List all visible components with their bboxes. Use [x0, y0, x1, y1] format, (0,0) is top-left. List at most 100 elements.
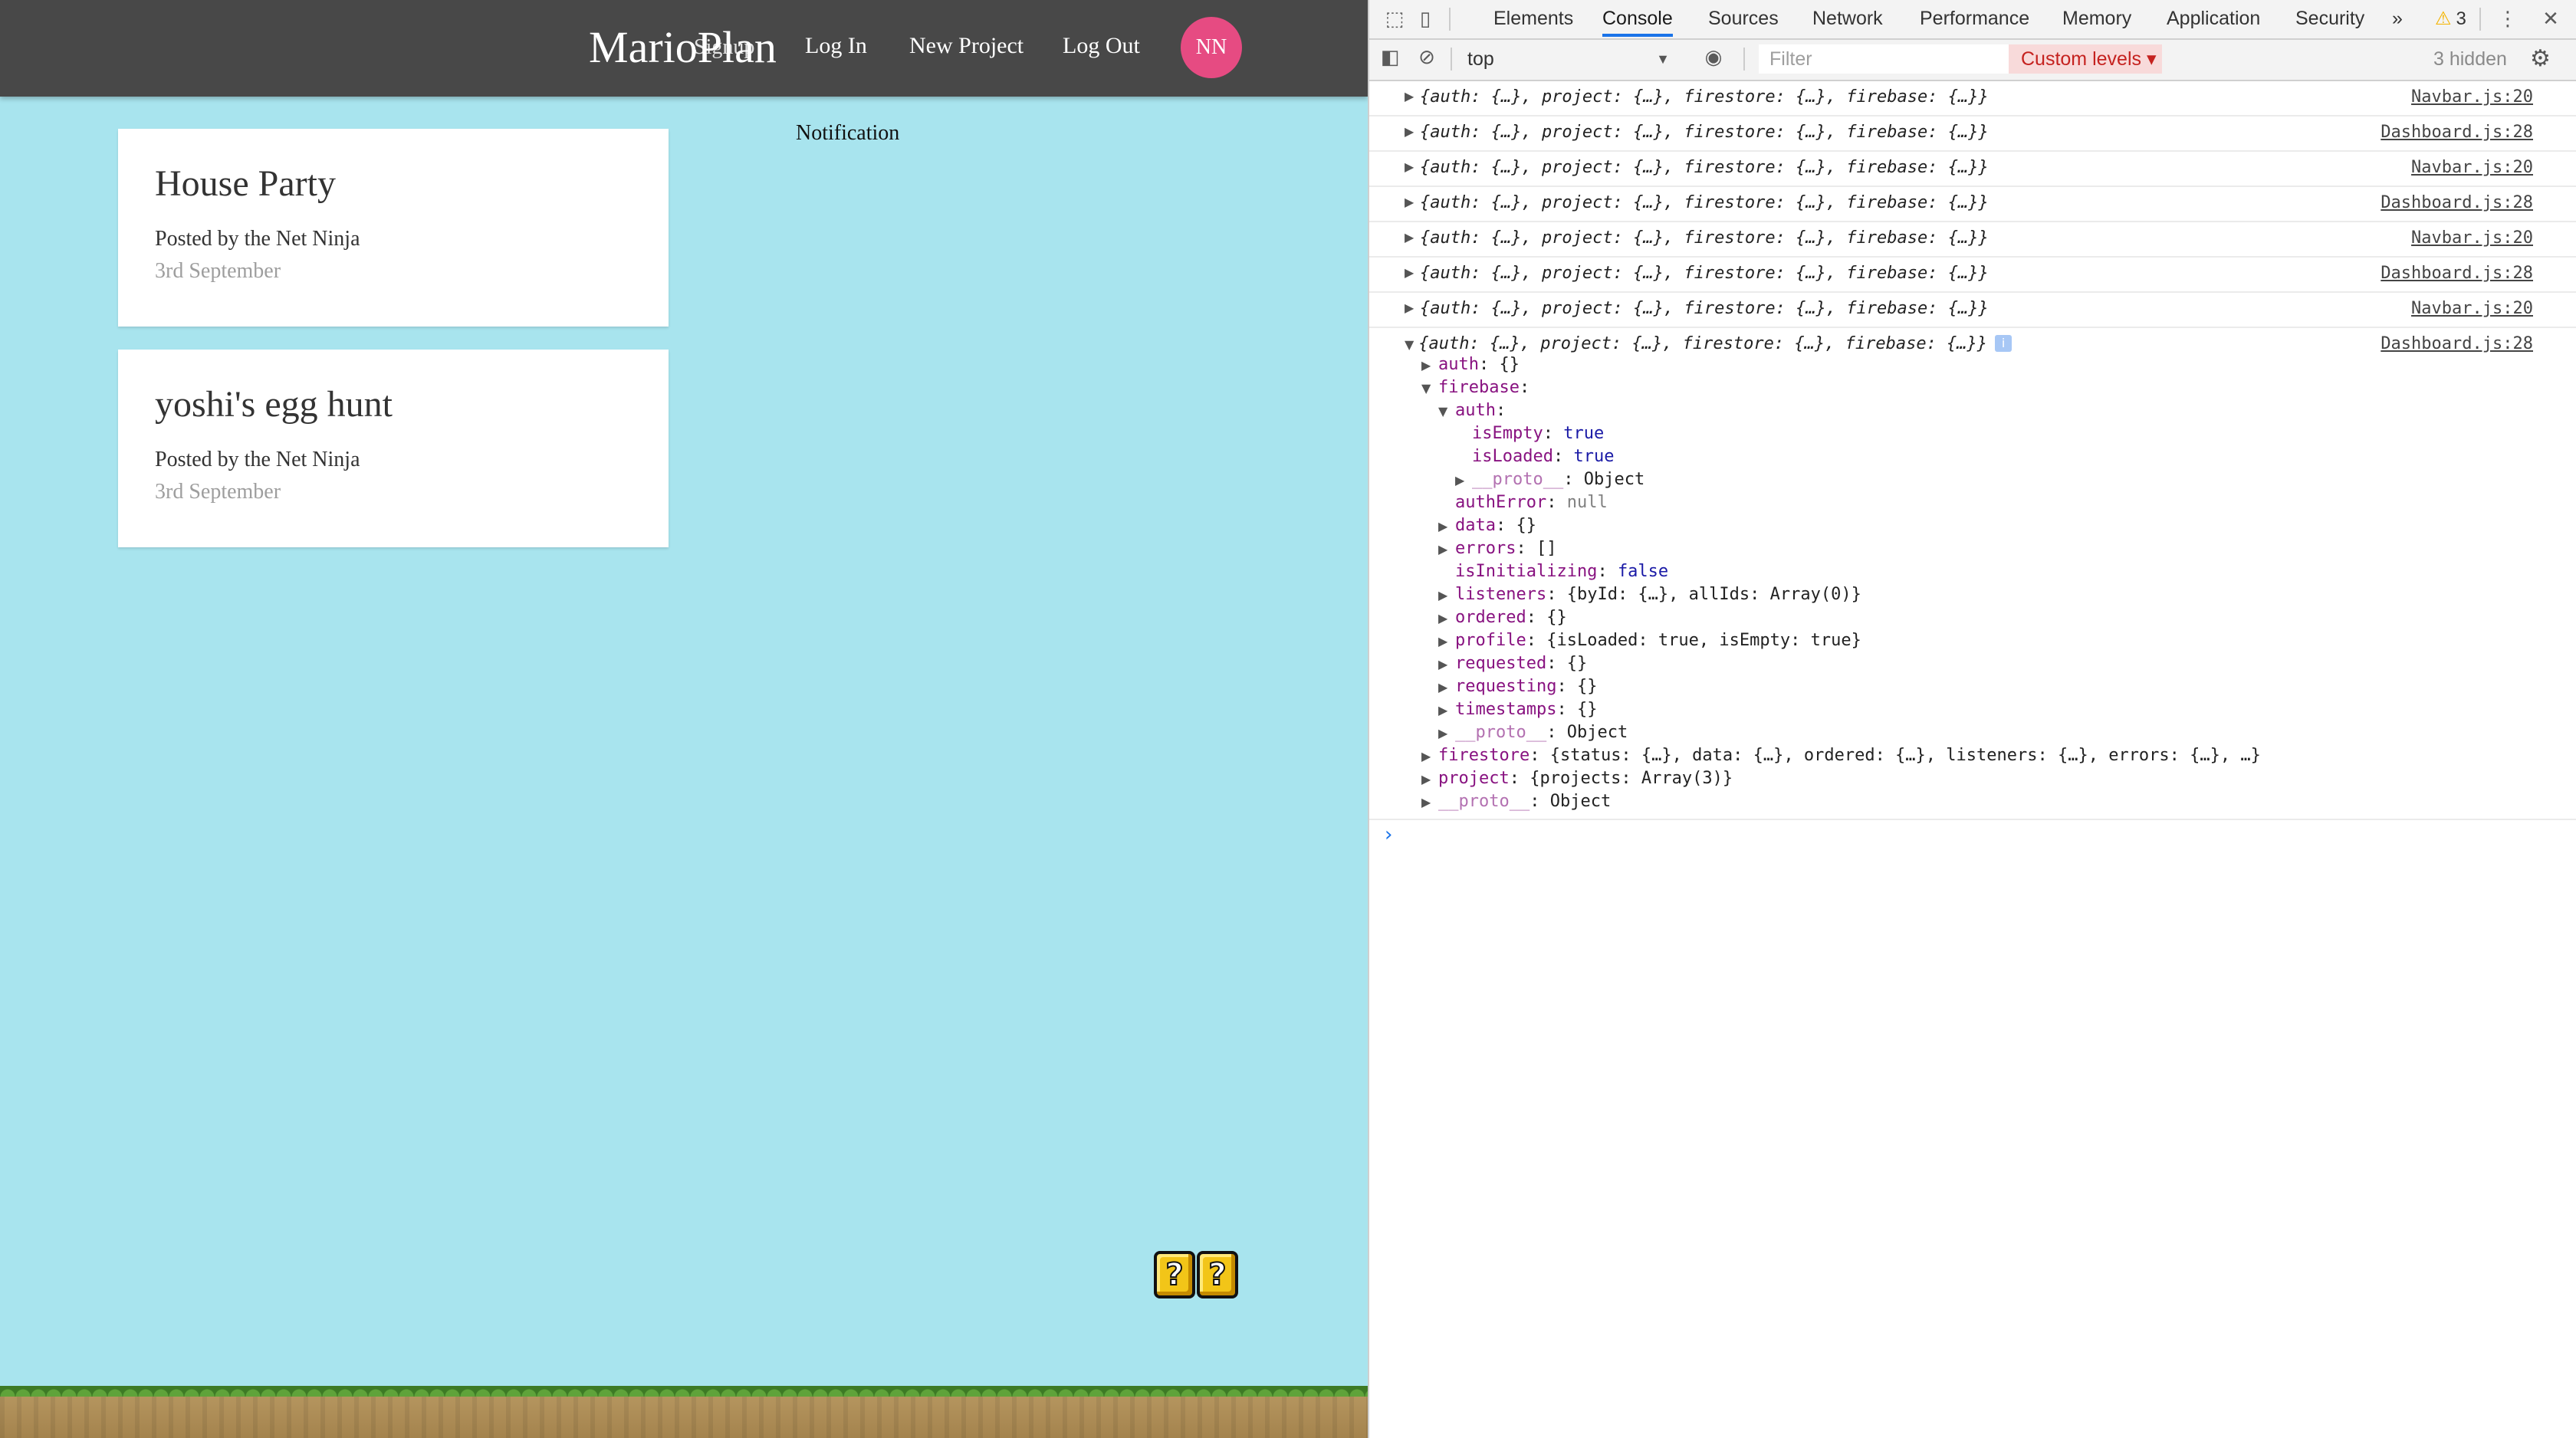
device-toolbar-icon[interactable]: ▯: [1414, 8, 1437, 31]
expand-arrow-icon[interactable]: ▶: [1421, 353, 1438, 378]
toolbar-divider: [1451, 48, 1452, 71]
console-log-row[interactable]: ▶ {auth: {…}, project: {…}, firestore: {……: [1369, 222, 2576, 258]
live-expression-eye-icon[interactable]: ◉: [1702, 46, 1725, 69]
object-tree-property[interactable]: ▶ listeners: {byId: {…}, allIds: Array(0)…: [1438, 583, 1861, 607]
log-source-link[interactable]: Dashboard.js:28: [2380, 334, 2533, 353]
log-source-link[interactable]: Navbar.js:20: [2411, 87, 2533, 107]
nav-logout-link[interactable]: Log Out: [1063, 31, 1140, 61]
object-tree-property[interactable]: ▶ __proto__: Object: [1421, 790, 1611, 814]
log-message: {auth: {…}, project: {…}, firestore: {…}…: [1420, 87, 1989, 107]
console-log-row[interactable]: ▶ {auth: {…}, project: {…}, firestore: {……: [1369, 187, 2576, 222]
object-tree-property[interactable]: ▶ requesting: {}: [1438, 675, 1597, 699]
project-author: Posted by the Net Ninja: [155, 227, 360, 251]
warnings-badge[interactable]: ⚠ 3: [2435, 0, 2466, 37]
tab-application[interactable]: Application: [2167, 0, 2260, 37]
toolbar-divider: [1743, 48, 1745, 71]
expand-arrow-icon[interactable]: ▶: [1438, 606, 1455, 631]
signup-link[interactable]: Signup: [694, 32, 754, 63]
console-prompt[interactable]: ›: [1385, 823, 1392, 846]
tab-performance[interactable]: Performance: [1920, 0, 2029, 37]
object-tree-property[interactable]: ▶ profile: {isLoaded: true, isEmpty: true…: [1438, 629, 1861, 653]
property-key: requested: [1455, 654, 1547, 673]
expand-arrow-icon[interactable]: ▶: [1405, 159, 1414, 174]
expand-arrow-icon[interactable]: ▶: [1438, 652, 1455, 677]
context-select[interactable]: top ▼: [1460, 46, 1674, 72]
project-title: yoshi's egg hunt: [155, 384, 393, 425]
filter-input[interactable]: Filter: [1759, 44, 2009, 74]
object-tree-property[interactable]: ▶ ordered: {}: [1438, 606, 1567, 630]
object-tree-property[interactable]: ▶ errors: []: [1438, 537, 1556, 561]
property-value: {}: [1576, 700, 1598, 719]
expand-arrow-icon[interactable]: ▶: [1438, 721, 1455, 746]
expand-arrow-icon[interactable]: ▶: [1455, 468, 1472, 493]
tab-console[interactable]: Console: [1602, 0, 1673, 37]
property-key: data: [1455, 516, 1496, 535]
object-tree-property[interactable]: ▶ requested: {}: [1438, 652, 1587, 676]
expand-arrow-icon[interactable]: ▶: [1421, 790, 1438, 815]
object-tree-property[interactable]: ▶ __proto__: Object: [1438, 721, 1628, 745]
sidebar-toggle-icon[interactable]: ◧: [1378, 46, 1401, 69]
project-card[interactable]: House Party Posted by the Net Ninja 3rd …: [118, 129, 669, 327]
property-colon: :: [1546, 654, 1567, 673]
log-source-link[interactable]: Dashboard.js:28: [2380, 193, 2533, 212]
expand-arrow-icon[interactable]: ▶: [1405, 265, 1414, 280]
nav-new-project-link[interactable]: New Project: [909, 31, 1024, 61]
object-tree-property: isInitializing: false: [1438, 560, 1668, 584]
tab-sources[interactable]: Sources: [1708, 0, 1779, 37]
info-icon[interactable]: i: [1995, 335, 2013, 352]
expand-arrow-icon[interactable]: ▶: [1438, 537, 1455, 562]
clear-console-icon[interactable]: ⊘: [1415, 46, 1438, 69]
project-date: 3rd September: [155, 480, 281, 504]
close-icon[interactable]: ✕: [2539, 8, 2562, 31]
expand-arrow-icon[interactable]: ▶: [1405, 89, 1414, 103]
tab-elements[interactable]: Elements: [1493, 0, 1573, 37]
more-tabs-icon[interactable]: »: [2392, 0, 2403, 37]
expand-arrow-icon[interactable]: ▶: [1438, 675, 1455, 700]
object-tree-property[interactable]: ▶ auth: {}: [1421, 353, 1520, 377]
expand-arrow-icon[interactable]: ▶: [1405, 300, 1414, 315]
user-avatar[interactable]: NN: [1181, 17, 1242, 78]
nav-login-link[interactable]: Log In: [805, 31, 867, 61]
object-tree-property[interactable]: ▼ firebase:: [1421, 376, 1530, 400]
tab-memory[interactable]: Memory: [2062, 0, 2131, 37]
object-tree-property[interactable]: ▼ auth:: [1438, 399, 1506, 423]
object-tree-property[interactable]: ▶ timestamps: {}: [1438, 698, 1597, 722]
property-colon: :: [1546, 585, 1567, 604]
console-log-row[interactable]: ▶ {auth: {…}, project: {…}, firestore: {……: [1369, 258, 2576, 293]
log-source-link[interactable]: Navbar.js:20: [2411, 158, 2533, 177]
expand-arrow-icon[interactable]: ▶: [1421, 767, 1438, 792]
collapse-arrow-icon[interactable]: ▼: [1438, 399, 1455, 424]
expand-arrow-icon[interactable]: ▶: [1421, 744, 1438, 769]
log-source-link[interactable]: Dashboard.js:28: [2380, 123, 2533, 142]
log-source-link[interactable]: Navbar.js:20: [2411, 228, 2533, 248]
property-value: null: [1566, 493, 1608, 512]
expand-arrow-icon[interactable]: ▶: [1438, 698, 1455, 723]
log-levels-dropdown[interactable]: Custom levels ▾: [2009, 44, 2162, 74]
expand-arrow-icon[interactable]: ▶: [1438, 583, 1455, 608]
expand-arrow-icon[interactable]: ▶: [1405, 195, 1414, 209]
object-tree-property[interactable]: ▶ project: {projects: Array(3)}: [1421, 767, 1733, 791]
property-value: Object: [1583, 470, 1645, 489]
project-card[interactable]: yoshi's egg hunt Posted by the Net Ninja…: [118, 350, 669, 547]
expand-arrow-icon[interactable]: ▶: [1405, 230, 1414, 245]
log-source-link[interactable]: Navbar.js:20: [2411, 299, 2533, 318]
tab-security[interactable]: Security: [2295, 0, 2364, 37]
object-tree-property[interactable]: ▶ __proto__: Object: [1455, 468, 1644, 492]
inspect-element-icon[interactable]: ⬚: [1383, 8, 1406, 31]
tab-network[interactable]: Network: [1812, 0, 1883, 37]
console-log-row[interactable]: ▶ {auth: {…}, project: {…}, firestore: {……: [1369, 152, 2576, 187]
collapse-arrow-icon[interactable]: ▼: [1421, 376, 1438, 401]
object-tree-property[interactable]: ▶ data: {}: [1438, 514, 1536, 538]
console-log-row[interactable]: ▶ {auth: {…}, project: {…}, firestore: {……: [1369, 293, 2576, 328]
console-log-row[interactable]: ▶ {auth: {…}, project: {…}, firestore: {……: [1369, 81, 2576, 117]
gear-icon[interactable]: ⚙: [2530, 46, 2551, 72]
expand-arrow-icon[interactable]: ▶: [1438, 629, 1455, 654]
log-source-link[interactable]: Dashboard.js:28: [2380, 264, 2533, 283]
object-tree-property[interactable]: ▶ firestore: {status: {…}, data: {…}, ord…: [1421, 744, 2261, 768]
console-log-row[interactable]: ▶ {auth: {…}, project: {…}, firestore: {……: [1369, 117, 2576, 152]
collapse-arrow-icon[interactable]: ▼: [1405, 337, 1414, 352]
expand-arrow-icon[interactable]: ▶: [1438, 514, 1455, 539]
kebab-menu-icon[interactable]: ⋮: [2496, 8, 2519, 31]
console-log-row-expanded[interactable]: ▼ {auth: {…}, project: {…}, firestore: {……: [1369, 328, 2576, 820]
expand-arrow-icon[interactable]: ▶: [1405, 124, 1414, 139]
